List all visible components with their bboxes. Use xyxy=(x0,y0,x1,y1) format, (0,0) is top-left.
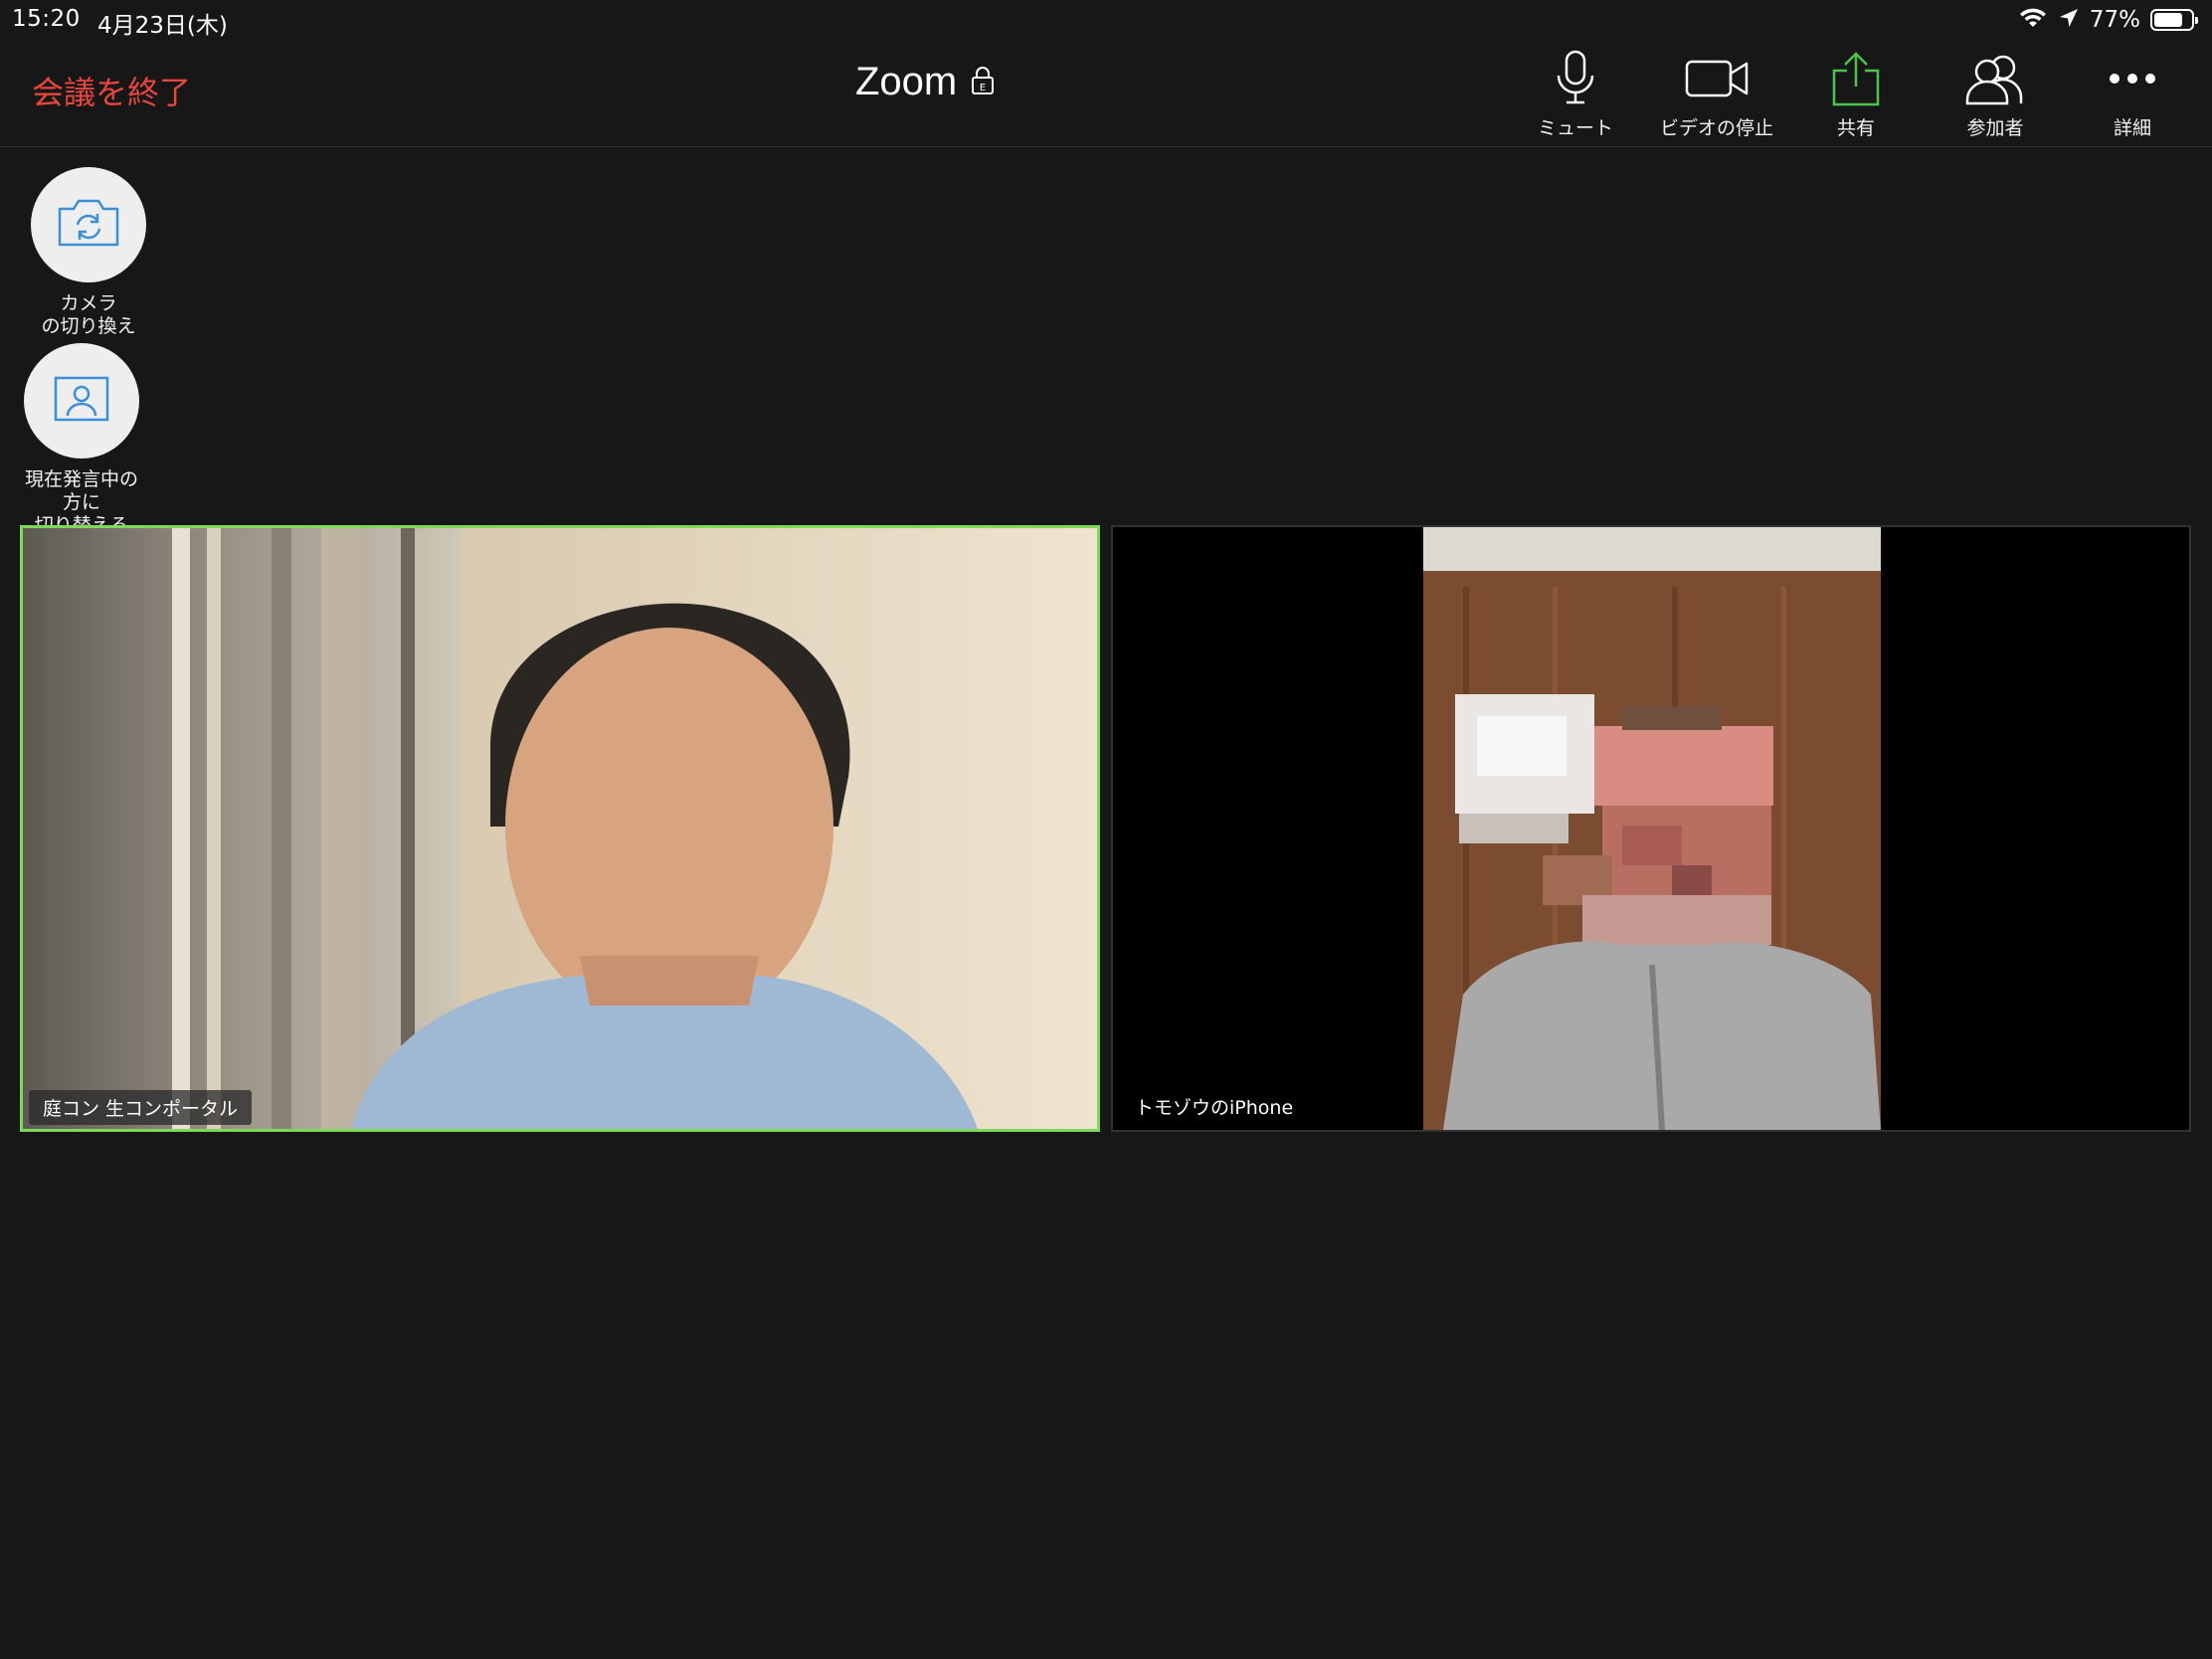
more-button[interactable]: 詳細 xyxy=(2063,50,2202,145)
battery-percent: 77% xyxy=(2089,7,2140,33)
switch-camera-button[interactable]: カメラ の切り換え xyxy=(31,167,146,338)
switch-camera-label: カメラ の切り換え xyxy=(41,292,136,337)
lock-icon[interactable]: E xyxy=(971,66,995,99)
meeting-toolbar: 会議を終了 Zoom E ミュート ビデオの停止 共有 参加者 詳細 xyxy=(0,40,2212,147)
meeting-title: Zoom E xyxy=(855,60,995,104)
microphone-icon xyxy=(1541,50,1610,107)
stop-video-label: ビデオの停止 xyxy=(1659,117,1773,139)
battery-cap xyxy=(2195,17,2198,24)
status-date: 4月23日(木) xyxy=(97,13,228,39)
mute-button[interactable]: ミュート xyxy=(1506,50,1645,145)
video-tile-active-speaker[interactable]: 庭コン 生コンポータル xyxy=(20,525,1100,1132)
video-camera-icon xyxy=(1682,50,1751,107)
battery-fill xyxy=(2154,13,2182,27)
camera-switch-icon xyxy=(56,197,121,253)
wifi-icon xyxy=(2018,6,2048,34)
share-button[interactable]: 共有 xyxy=(1786,50,1926,145)
participants-icon xyxy=(1960,50,2030,107)
video-feed-right xyxy=(1423,527,1881,1130)
more-label: 詳細 xyxy=(2113,117,2151,139)
switch-speaker-view-button[interactable]: 現在発言中の 方に 切り替える xyxy=(24,343,139,537)
video-tile-participant[interactable]: トモゾウのiPhone xyxy=(1111,525,2191,1132)
stop-video-button[interactable]: ビデオの停止 xyxy=(1647,50,1786,145)
participants-button[interactable]: 参加者 xyxy=(1926,50,2065,145)
share-label: 共有 xyxy=(1836,117,1875,139)
switch-camera-circle[interactable] xyxy=(31,167,146,282)
end-meeting-button[interactable]: 会議を終了 xyxy=(32,68,191,113)
participants-label: 参加者 xyxy=(1966,117,2024,139)
status-right-group: 77% xyxy=(2018,5,2198,35)
video-feed-left xyxy=(23,528,1097,1129)
mute-label: ミュート xyxy=(1537,117,1613,139)
speaker-view-icon xyxy=(54,376,109,426)
participant-name-left: 庭コン 生コンポータル xyxy=(29,1090,253,1125)
location-arrow-icon xyxy=(2058,7,2080,33)
participant-name-right: トモゾウのiPhone xyxy=(1135,1097,1294,1119)
status-time: 15:20 xyxy=(12,6,81,32)
zoom-meeting-screen: 15:20 4月23日(木) 77% 会議を終了 Zoom E ミュート ビデオ… xyxy=(0,0,2212,1659)
svg-text:E: E xyxy=(980,83,986,93)
share-upload-icon xyxy=(1821,50,1891,107)
meeting-title-text: Zoom xyxy=(855,60,958,103)
status-bar: 15:20 4月23日(木) 77% xyxy=(0,0,2212,40)
more-dots-icon xyxy=(2098,50,2167,107)
switch-speaker-circle[interactable] xyxy=(24,343,139,459)
battery-icon xyxy=(2150,9,2198,31)
